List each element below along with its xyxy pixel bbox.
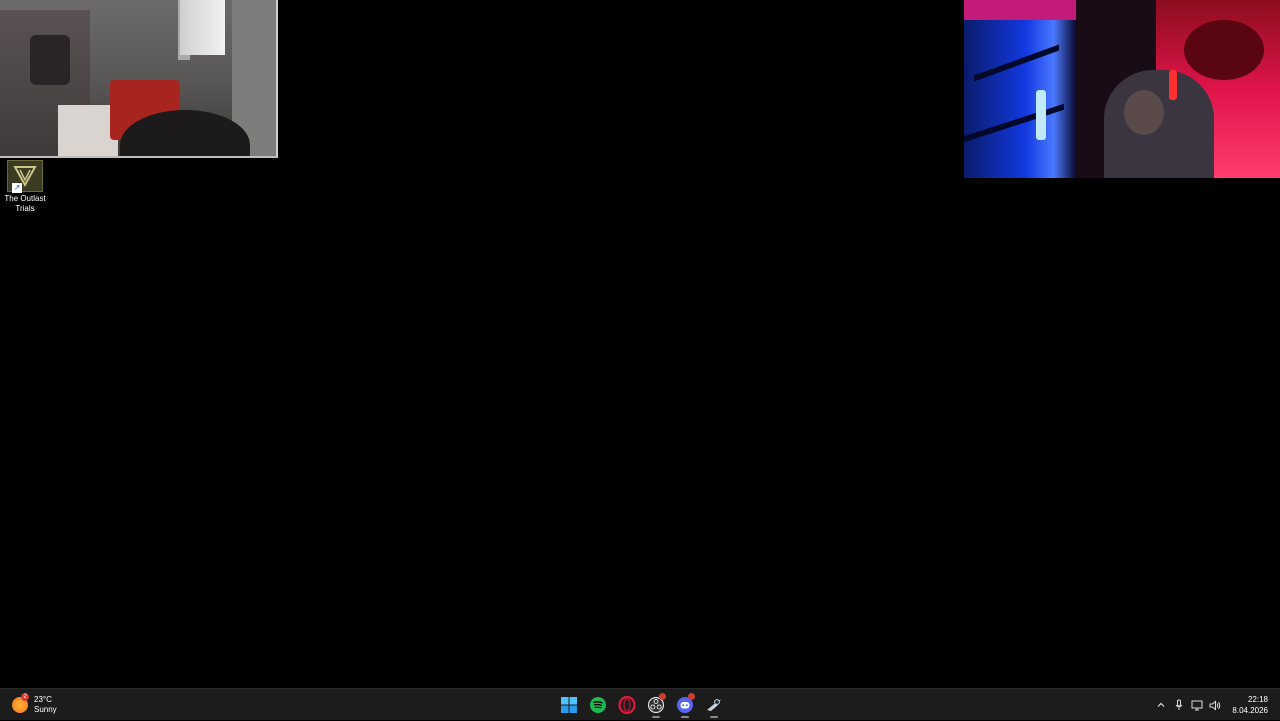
spotify-icon: [589, 697, 606, 713]
speaker-icon[interactable]: [1206, 696, 1224, 714]
system-tray: 22:18 8.04.2026: [1152, 689, 1280, 721]
headphone-light: [1169, 70, 1177, 100]
window: [180, 0, 225, 55]
taskbar-spotify[interactable]: [585, 692, 611, 718]
network-icon[interactable]: [1188, 696, 1206, 714]
notification-dot: [658, 693, 666, 700]
shortcut-label: The Outlast Trials: [4, 194, 46, 213]
start-button[interactable]: [556, 692, 582, 718]
taskbar-clock[interactable]: 22:18 8.04.2026: [1232, 694, 1268, 716]
clock-date: 8.04.2026: [1232, 706, 1268, 715]
wall-poster: [1184, 20, 1264, 80]
taskbar-discord[interactable]: [672, 692, 698, 718]
notification-dot: [687, 693, 695, 700]
chevron-up-icon[interactable]: [1152, 696, 1170, 714]
windows-start-icon: [560, 697, 577, 713]
weather-temperature: 23°C: [34, 695, 52, 704]
hanging-clothes: [30, 35, 70, 85]
webcam-left: [0, 0, 278, 158]
weather-widget[interactable]: 2 23°C Sunny: [12, 693, 57, 717]
opera-icon: [617, 696, 636, 714]
taskbar-obs[interactable]: [643, 692, 669, 718]
taskbar-apps: [554, 689, 728, 721]
blue-lit-shelf: [964, 0, 1076, 178]
webcam-right: [964, 0, 1280, 178]
sun-icon: 2: [12, 693, 29, 713]
shortcut-arrow-icon: ↗: [12, 183, 22, 193]
taskbar: 2 23°C Sunny 22:18 8.04.2026: [0, 688, 1280, 720]
water-bottle: [1036, 90, 1046, 140]
microphone-icon[interactable]: [1170, 696, 1188, 714]
outlast-trials-icon: ↗: [7, 160, 43, 193]
bed: [58, 105, 118, 158]
taskbar-opera[interactable]: [614, 692, 640, 718]
desktop-shortcut-outlast-trials[interactable]: ↗ The Outlast Trials: [2, 158, 48, 214]
person-head: [1124, 90, 1164, 135]
steam-icon: [706, 699, 721, 711]
taskbar-steam[interactable]: [701, 692, 727, 718]
weather-condition: Sunny: [34, 705, 57, 714]
webcam-border: [276, 0, 278, 158]
clock-time: 22:18: [1247, 695, 1268, 704]
weather-badge: 2: [21, 693, 29, 701]
pink-light: [964, 0, 1076, 20]
